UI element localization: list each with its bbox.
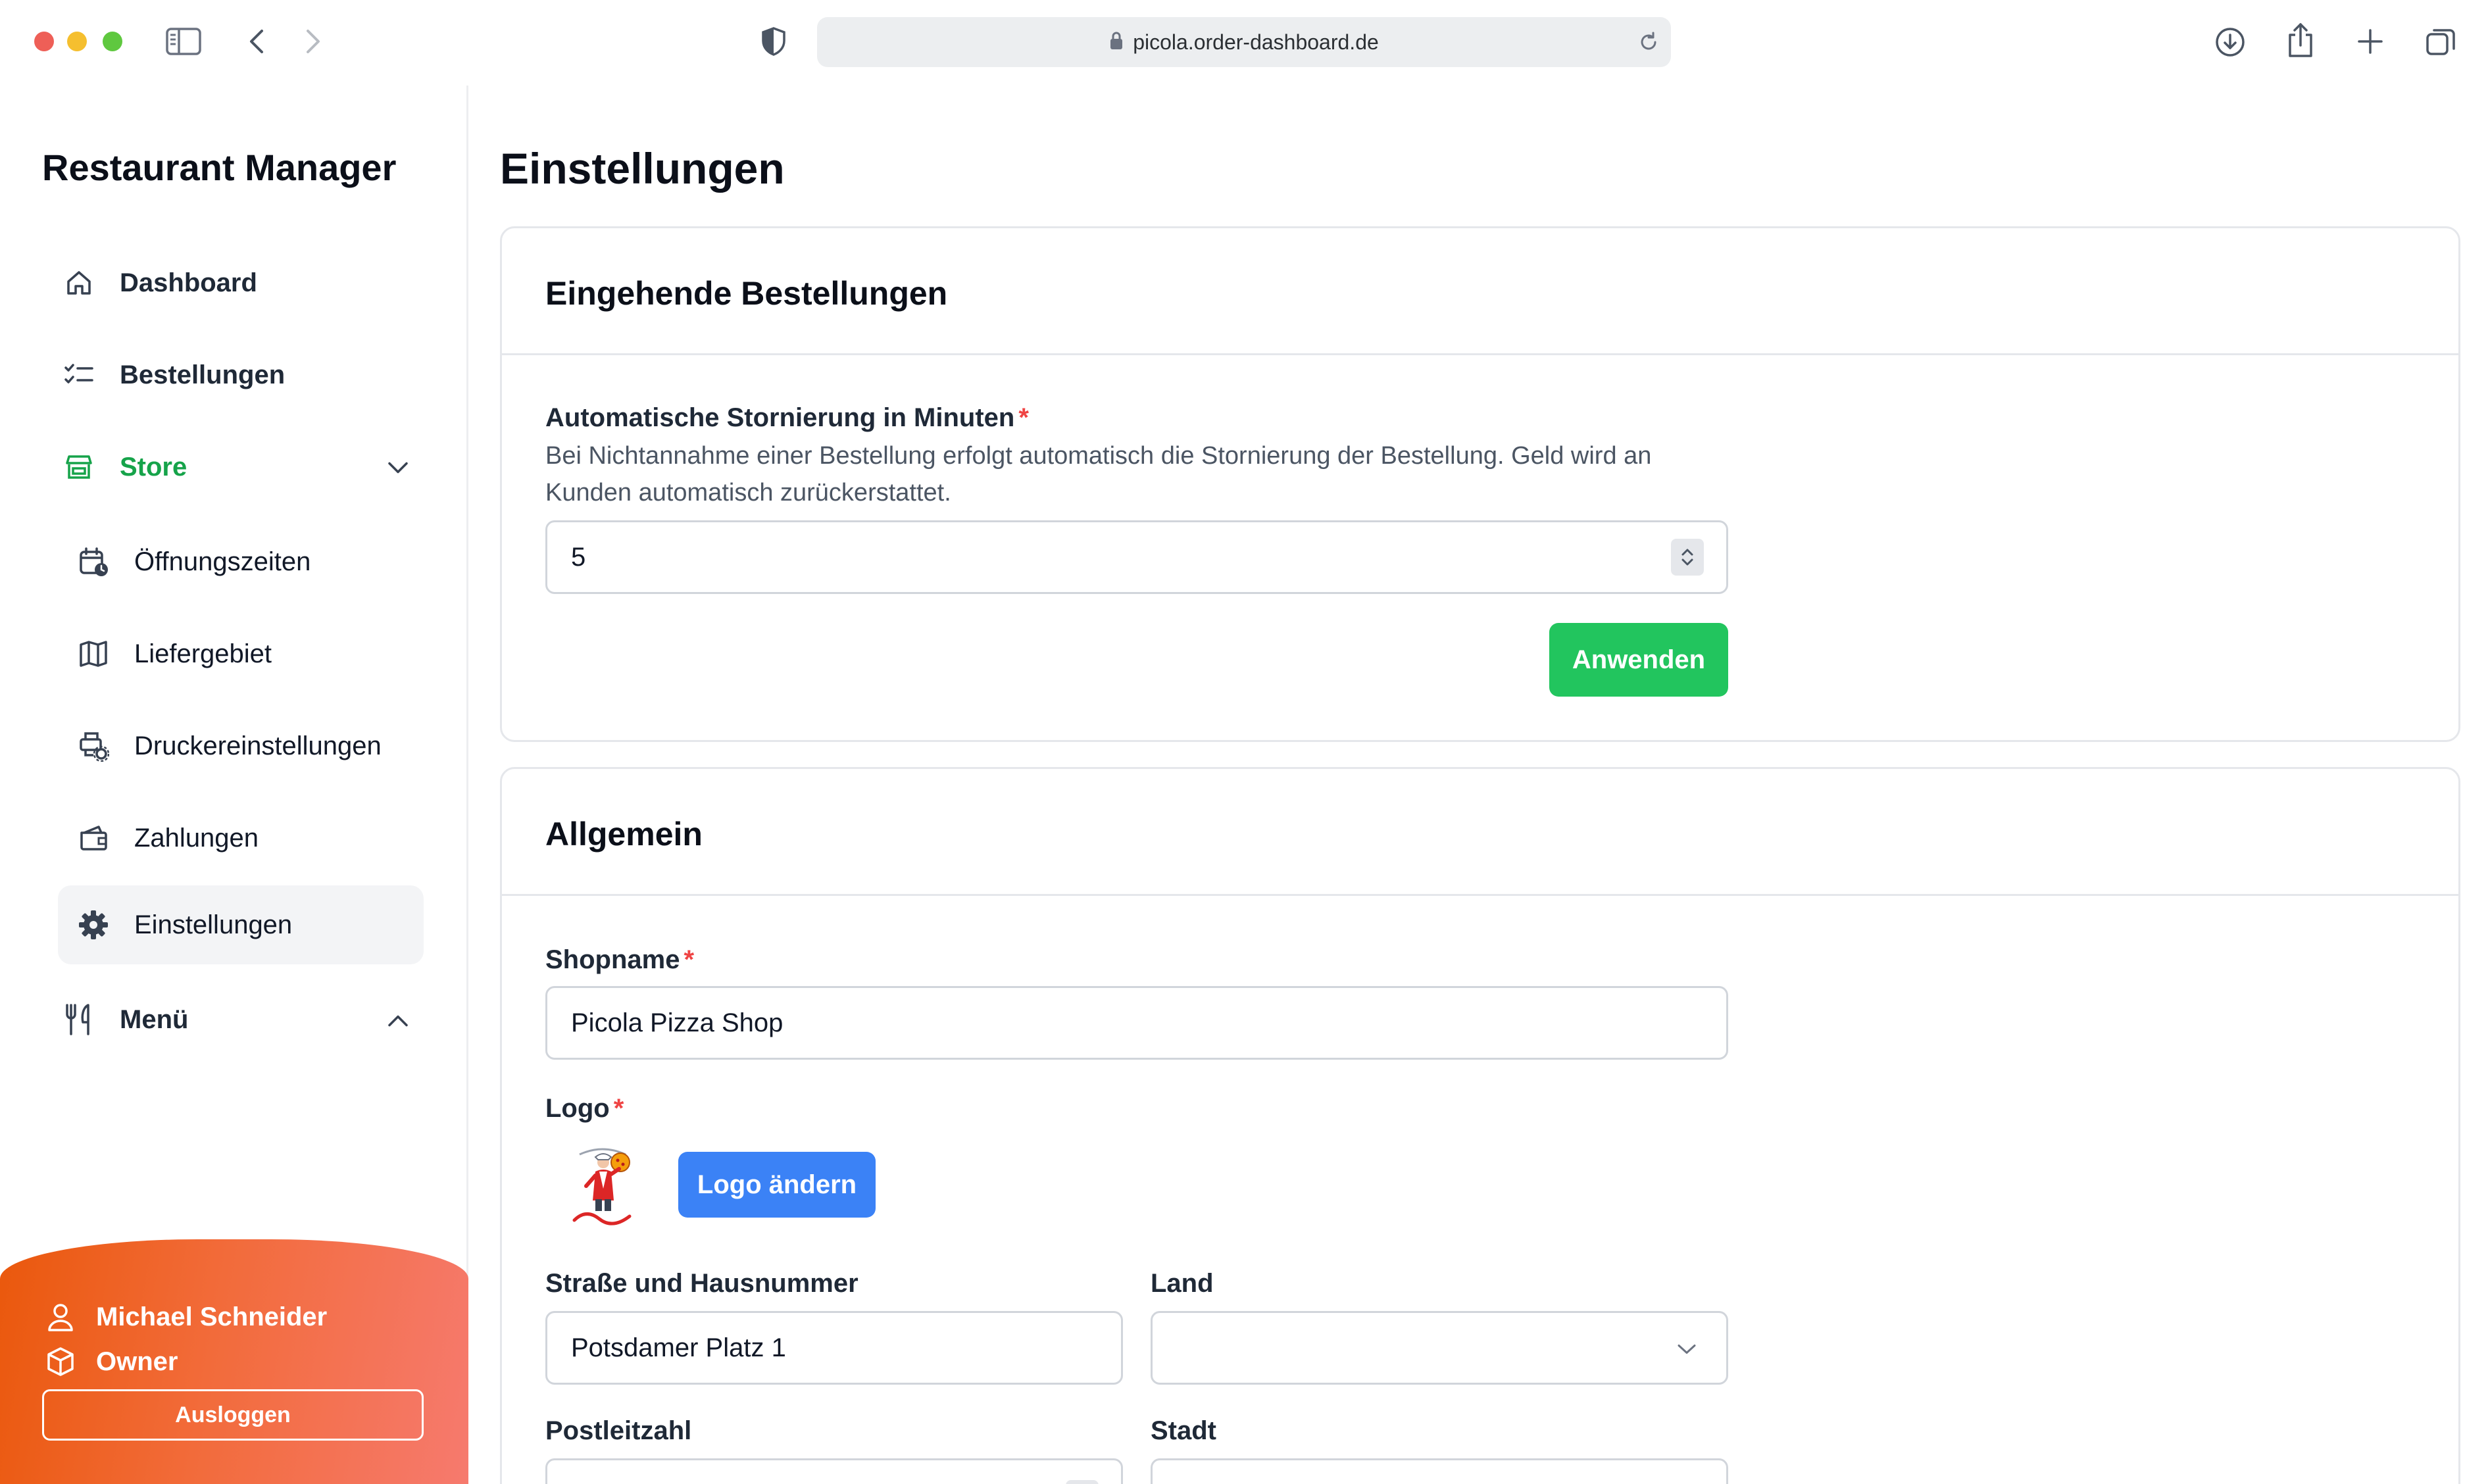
new-tab-icon[interactable] — [2355, 26, 2385, 57]
sidebar-item-zahlungen[interactable]: Zahlungen — [75, 812, 430, 864]
sidebar-item-oeffnungszeiten[interactable]: Öffnungszeiten — [75, 535, 430, 588]
privacy-shield-icon[interactable] — [759, 25, 788, 58]
sidebar-item-label: Zahlungen — [134, 823, 259, 853]
checklist-icon — [61, 357, 97, 393]
card-title: Eingehende Bestellungen — [545, 275, 948, 312]
calendar-clock-icon — [75, 543, 112, 580]
logout-button[interactable]: Ausloggen — [42, 1389, 424, 1441]
country-label: Land — [1151, 1269, 1214, 1298]
cube-icon — [43, 1345, 78, 1379]
logo-label-text: Logo — [545, 1094, 610, 1123]
user-panel: Michael Schneider Owner Ausloggen — [0, 1239, 468, 1484]
street-label: Straße und Hausnummer — [545, 1269, 858, 1298]
tab-overview-icon[interactable] — [2424, 25, 2458, 59]
wallet-icon — [75, 820, 112, 856]
sidebar-item-label: Druckereinstellungen — [134, 731, 382, 760]
change-logo-button[interactable]: Logo ändern — [678, 1152, 876, 1218]
user-role: Owner — [96, 1347, 178, 1376]
user-role-row: Owner — [43, 1345, 178, 1379]
sidebar-toggle-icon[interactable] — [164, 26, 203, 57]
printer-settings-icon — [75, 728, 112, 764]
sidebar-item-label: Öffnungszeiten — [134, 547, 311, 576]
share-icon[interactable] — [2284, 21, 2317, 59]
orders-settings-card: Eingehende Bestellungen Automatische Sto… — [500, 226, 2460, 742]
browser-toolbar: picola.order-dashboard.de — [0, 0, 2488, 86]
store-icon — [61, 449, 97, 485]
sidebar-item-label: Dashboard — [120, 268, 257, 297]
sidebar-item-dashboard[interactable]: Dashboard — [61, 257, 429, 309]
sidebar-item-label: Liefergebiet — [134, 639, 272, 668]
chevron-up-icon — [387, 1005, 409, 1035]
auto-cancel-minutes-value: 5 — [571, 542, 586, 572]
address-bar[interactable]: picola.order-dashboard.de — [817, 17, 1671, 67]
country-select[interactable] — [1151, 1311, 1728, 1385]
user-name-row: Michael Schneider — [43, 1300, 327, 1334]
reload-icon[interactable] — [1635, 29, 1662, 55]
app-title: Restaurant Manager — [42, 147, 397, 188]
shopname-label: Shopname * — [545, 945, 694, 975]
shopname-label-text: Shopname — [545, 945, 680, 974]
card-title: Allgemein — [545, 816, 703, 853]
sidebar: Restaurant Manager Dashboard Bestellunge… — [0, 86, 468, 1484]
number-stepper[interactable] — [1671, 539, 1704, 576]
general-settings-card: Allgemein Shopname * Picola Pizza Shop Lo… — [500, 767, 2460, 1484]
city-input[interactable] — [1151, 1458, 1728, 1484]
zip-label: Postleitzahl — [545, 1416, 692, 1445]
apply-button[interactable]: Anwenden — [1549, 623, 1728, 697]
zip-input[interactable] — [545, 1458, 1123, 1484]
sidebar-item-store[interactable]: Store — [61, 441, 409, 493]
close-window-button[interactable] — [34, 32, 54, 51]
zoom-window-button[interactable] — [103, 32, 122, 51]
sidebar-item-menue[interactable]: Menü — [61, 993, 409, 1046]
card-header: Allgemein — [502, 769, 2458, 896]
home-icon — [61, 264, 97, 301]
page-title: Einstellungen — [500, 144, 785, 193]
shopname-input[interactable]: Picola Pizza Shop — [545, 986, 1728, 1060]
shopname-value: Picola Pizza Shop — [571, 1008, 784, 1037]
sidebar-item-label: Store — [120, 452, 187, 482]
auto-cancel-help: Bei Nichtannahme einer Bestellung erfolg… — [545, 442, 1652, 507]
lock-icon — [1109, 31, 1124, 54]
logo-label: Logo * — [545, 1094, 624, 1124]
minimize-window-button[interactable] — [67, 32, 87, 51]
chevron-down-icon — [1676, 1333, 1697, 1363]
number-stepper[interactable] — [1066, 1480, 1099, 1484]
auto-cancel-label: Automatische Stornierung in Minuten * — [545, 403, 1029, 433]
auto-cancel-minutes-input[interactable]: 5 — [545, 520, 1728, 594]
street-input[interactable]: Potsdamer Platz 1 — [545, 1311, 1123, 1385]
city-label: Stadt — [1151, 1416, 1216, 1445]
sidebar-item-label: Menü — [120, 1004, 189, 1034]
required-marker: * — [613, 1094, 624, 1123]
street-value: Potsdamer Platz 1 — [571, 1333, 786, 1362]
sidebar-item-bestellungen[interactable]: Bestellungen — [61, 349, 429, 401]
fork-knife-icon — [61, 1001, 97, 1038]
user-icon — [43, 1300, 78, 1334]
sidebar-item-einstellungen[interactable]: Einstellungen — [58, 885, 424, 964]
card-header: Eingehende Bestellungen — [502, 228, 2458, 355]
shop-logo-image — [566, 1143, 639, 1228]
sidebar-item-label: Einstellungen — [134, 910, 293, 939]
sidebar-item-liefergebiet[interactable]: Liefergebiet — [75, 628, 430, 680]
download-icon[interactable] — [2213, 25, 2247, 59]
chevron-down-icon — [387, 453, 409, 482]
required-marker: * — [684, 945, 695, 974]
user-name: Michael Schneider — [96, 1302, 328, 1331]
url-text: picola.order-dashboard.de — [1133, 30, 1379, 54]
forward-icon[interactable] — [301, 26, 325, 57]
gear-icon — [75, 906, 112, 943]
back-icon[interactable] — [245, 26, 268, 57]
sidebar-item-label: Bestellungen — [120, 360, 286, 389]
sidebar-item-druckereinstellungen[interactable]: Druckereinstellungen — [75, 720, 430, 772]
required-marker: * — [1018, 403, 1029, 432]
map-icon — [75, 635, 112, 672]
auto-cancel-label-text: Automatische Stornierung in Minuten — [545, 403, 1015, 432]
